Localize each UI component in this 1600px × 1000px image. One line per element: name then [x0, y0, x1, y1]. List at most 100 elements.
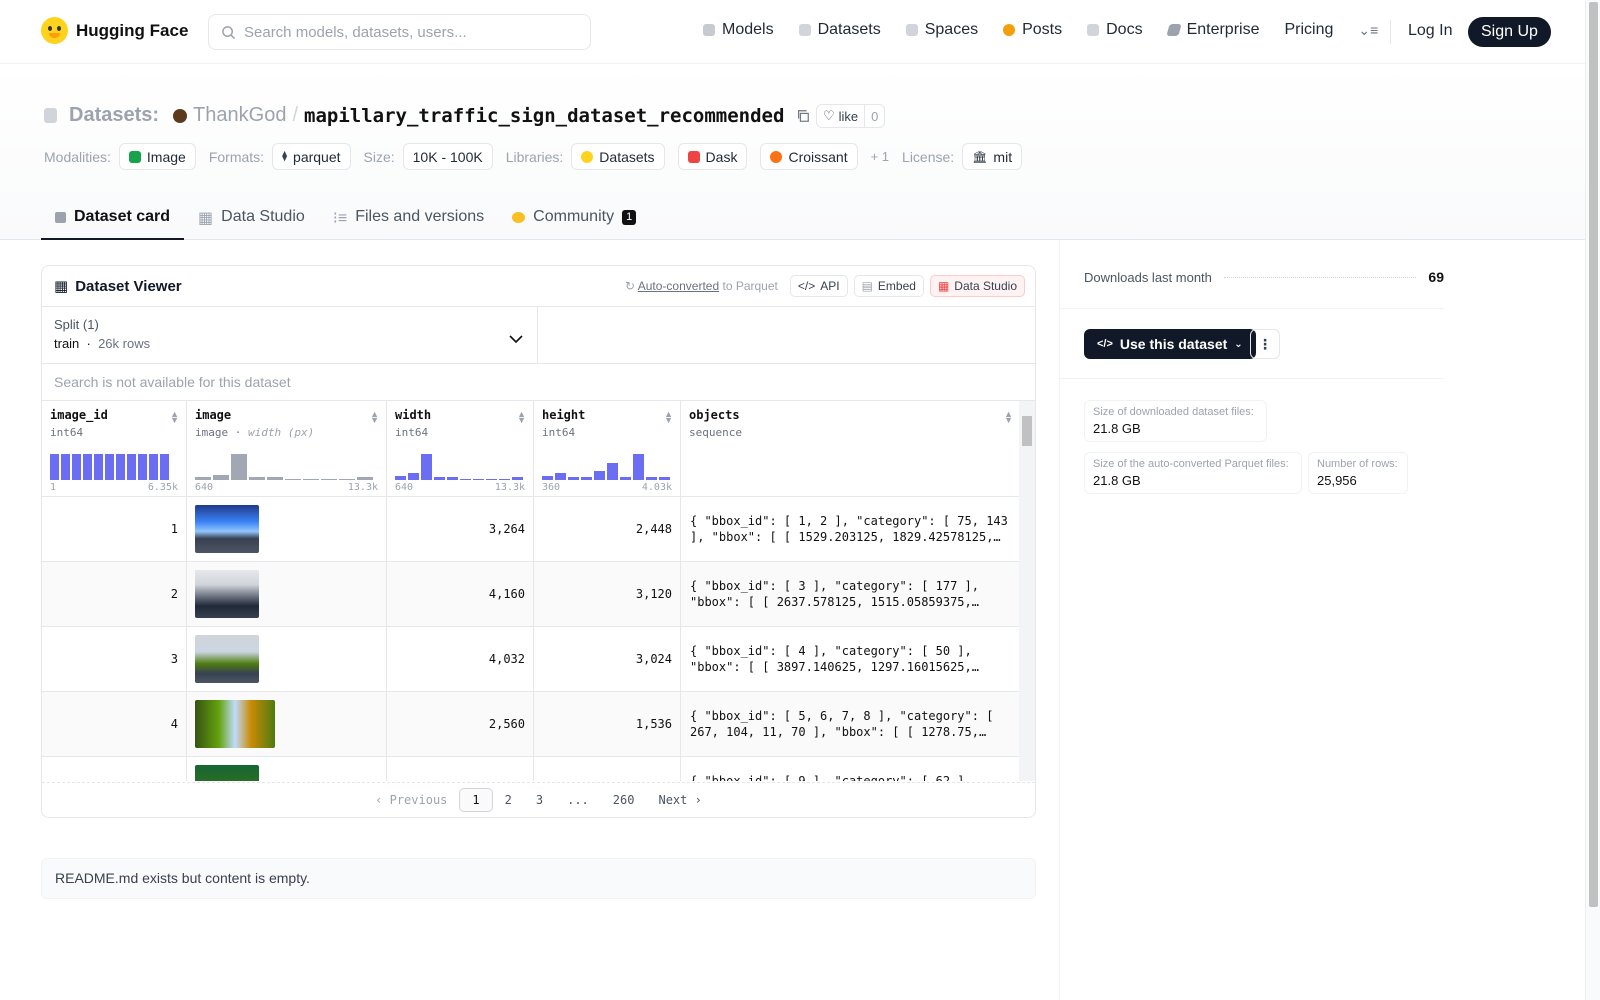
readme-empty-notice: README.md exists but content is empty. [41, 858, 1036, 899]
dataset-card-icon [55, 212, 66, 223]
like-button[interactable]: ♡ like 0 [816, 104, 886, 128]
nav-posts[interactable]: Posts [1003, 21, 1062, 39]
column-header-width[interactable]: width int64 ▲ ▼ 640 13.3k [387, 401, 534, 497]
enterprise-icon [1165, 24, 1182, 36]
cell-image-id [42, 757, 187, 781]
table-row[interactable]: 1 3,264 2,448 { "bbox_id": [ 1, 2 ], "ca… [42, 497, 1020, 562]
page-scrollbar[interactable] [1585, 0, 1600, 1000]
tag-format-parquet[interactable]: ⧫ parquet [272, 143, 351, 170]
histogram-bar [249, 477, 265, 480]
histogram[interactable] [395, 452, 523, 480]
repo-type-label[interactable]: Datasets: [69, 104, 159, 127]
image-thumbnail[interactable] [195, 635, 259, 683]
cell-image-id: 3 [42, 627, 187, 691]
histogram-bar [61, 454, 70, 480]
tag-modality-image[interactable]: Image [118, 143, 196, 170]
sort-icon[interactable]: ▲ ▼ [370, 410, 379, 425]
spaces-icon [905, 24, 918, 36]
repo-tabs: Dataset card ▦ Data Studio ⁝≡ Files and ve… [41, 200, 650, 240]
table-row[interactable]: 2 4,160 3,120 { "bbox_id": [ 3 ], "categ… [42, 562, 1020, 627]
tag-library-dask[interactable]: Dask [677, 143, 748, 170]
column-header-height[interactable]: height int64 ▲ ▼ 360 4.03k [534, 401, 681, 497]
table-scrollbar[interactable] [1019, 401, 1035, 781]
histogram-bar [542, 476, 553, 480]
nav-enterprise[interactable]: Enterprise [1165, 21, 1259, 39]
signup-button[interactable]: Sign Up [1468, 17, 1551, 47]
login-link[interactable]: Log In [1408, 22, 1452, 40]
more-menu-icon[interactable]: ⌄≡ [1358, 22, 1378, 39]
dask-icon [687, 150, 700, 163]
split-selector[interactable]: Split (1) train · 26k rows [42, 307, 538, 363]
heart-icon: ♡ [823, 108, 835, 123]
page-ellipsis: ... [567, 793, 589, 807]
repo-owner[interactable]: ThankGod [193, 104, 286, 127]
previous-page-button[interactable]: ‹ Previous [363, 789, 459, 811]
cell-width: 3,264 [387, 497, 534, 561]
like-count: 0 [871, 108, 879, 124]
table-icon: ▦ [54, 278, 69, 295]
column-header-image-id[interactable]: image_id int64 ▲ ▼ 1 6.35k [42, 401, 187, 497]
table-row[interactable]: 3 4,032 3,024 { "bbox_id": [ 4 ], "categ… [42, 627, 1020, 692]
sort-icon[interactable]: ▲ ▼ [170, 410, 179, 425]
data-studio-button[interactable]: ▦ Data Studio [929, 275, 1025, 297]
sort-icon[interactable]: ▲ ▼ [664, 410, 673, 425]
brand-logo[interactable]: Hugging Face [41, 17, 188, 44]
tag-size[interactable]: 10K - 100K [402, 143, 493, 170]
nav-pricing[interactable]: Pricing [1284, 21, 1333, 39]
embed-button[interactable]: ▤ Embed [853, 275, 924, 297]
histogram-bar [303, 479, 319, 480]
tag-library-croissant[interactable]: Croissant [760, 143, 858, 170]
image-thumbnail[interactable] [195, 505, 259, 553]
histogram-bar [499, 479, 510, 480]
sort-icon[interactable]: ▲ ▼ [517, 410, 526, 425]
tab-community[interactable]: Community 1 [498, 200, 650, 240]
histogram[interactable] [50, 452, 169, 480]
tab-files-and-versions[interactable]: ⁝≡ Files and versions [319, 200, 498, 240]
column-header-image[interactable]: image image · width (px) ▲ ▼ 640 13.3k [187, 401, 387, 497]
path-separator: / [292, 104, 298, 126]
tab-dataset-card[interactable]: Dataset card [41, 200, 185, 240]
histogram-bar [581, 477, 592, 480]
image-thumbnail[interactable] [195, 765, 259, 781]
search-box[interactable] [208, 14, 591, 50]
page-3-button[interactable]: 3 [524, 789, 555, 811]
use-this-dataset-button[interactable]: </> Use this dataset ⌄ [1084, 329, 1256, 359]
more-libraries[interactable]: + 1 [871, 149, 889, 164]
grid-icon: ▦ [937, 279, 950, 293]
auto-converted-note[interactable]: ↻ Auto-converted to Parquet [625, 279, 778, 293]
histogram-bar [116, 454, 125, 480]
cell-width: 4,032 [387, 627, 534, 691]
docs-icon [1087, 24, 1100, 36]
histogram-bar [486, 479, 497, 480]
page-2-button[interactable]: 2 [493, 789, 524, 811]
page-1-button[interactable]: 1 [459, 788, 493, 812]
image-thumbnail[interactable] [195, 570, 259, 618]
cell-objects: { "bbox_id": [ 1, 2 ], "category": [ 75,… [690, 514, 1008, 544]
tag-license[interactable]: 🏛 mit [962, 143, 1023, 170]
more-options-button[interactable]: ⋮ [1250, 329, 1280, 359]
histogram[interactable] [195, 452, 373, 480]
tag-library-datasets[interactable]: Datasets [571, 143, 665, 170]
tab-data-studio[interactable]: ▦ Data Studio [184, 200, 319, 240]
copy-icon[interactable] [796, 109, 810, 123]
cell-height [534, 757, 681, 781]
nav-models[interactable]: Models [703, 21, 774, 39]
search-icon [222, 25, 236, 39]
search-input[interactable] [244, 23, 574, 41]
api-button[interactable]: </> API [789, 275, 848, 297]
next-page-button[interactable]: Next › [646, 789, 713, 811]
nav-spaces[interactable]: Spaces [905, 21, 978, 39]
table-row[interactable]: 4 2,560 1,536 { "bbox_id": [ 5, 6, 7, 8 … [42, 692, 1020, 757]
cell-objects: { "bbox_id": [ 4 ], "category": [ 50 ], … [690, 644, 979, 674]
column-header-objects[interactable]: objects sequence ▲ ▼ [681, 401, 1020, 497]
histogram-bar [633, 454, 644, 480]
table-row[interactable]: { "bbox_id": [ 9 ], "category": [ 62 ], [42, 757, 1020, 781]
nav-datasets[interactable]: Datasets [798, 21, 881, 39]
nav-docs[interactable]: Docs [1087, 21, 1143, 39]
image-thumbnail[interactable] [195, 700, 275, 748]
histogram-bar [339, 479, 355, 480]
sort-icon[interactable]: ▲ ▼ [1004, 410, 1013, 425]
histogram[interactable] [542, 452, 670, 480]
repo-name[interactable]: mapillary_traffic_sign_dataset_recommend… [304, 105, 784, 127]
page-260-button[interactable]: 260 [601, 789, 647, 811]
